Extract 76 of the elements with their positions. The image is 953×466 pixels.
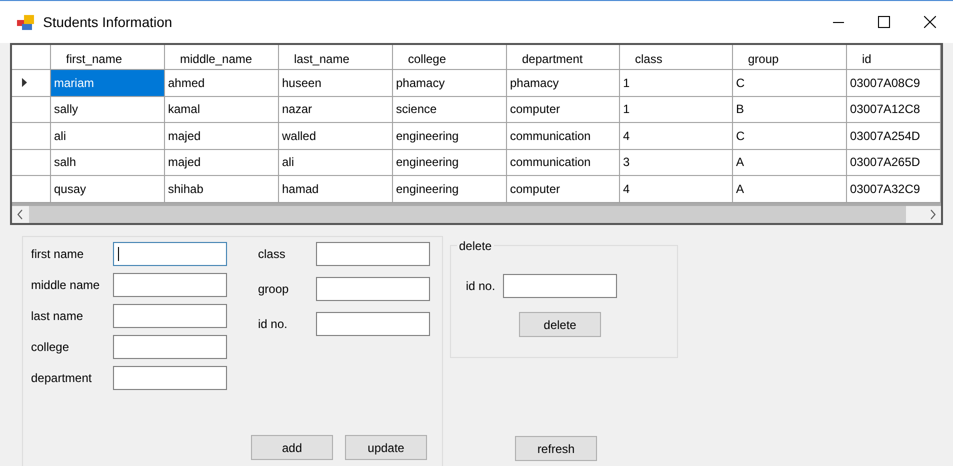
table-cell: computer <box>507 96 620 122</box>
table-cell: communication <box>507 150 620 175</box>
text-field[interactable] <box>113 366 227 390</box>
table-cell: engineering <box>393 150 507 175</box>
column-header[interactable]: department <box>507 45 620 69</box>
table-cell: majed <box>165 150 279 175</box>
text-field[interactable] <box>113 273 227 297</box>
close-icon <box>924 16 936 28</box>
action-button[interactable]: update <box>345 435 427 460</box>
field-label: first name <box>31 246 85 263</box>
table-cell: majed <box>165 123 279 148</box>
text-field[interactable] <box>316 277 430 301</box>
column-header[interactable]: first_name <box>51 45 165 69</box>
table-cell: A <box>733 150 847 175</box>
table-cell: 1 <box>620 70 733 96</box>
table-cell: ali <box>51 123 165 148</box>
field-label: class <box>258 246 286 263</box>
column-header[interactable]: class <box>620 45 733 69</box>
table-cell: walled <box>279 123 393 148</box>
table-cell: salh <box>51 150 165 175</box>
table-cell: kamal <box>165 96 279 122</box>
field-label: id no. <box>466 278 496 295</box>
action-button[interactable]: delete <box>519 312 601 337</box>
table-cell: ahmed <box>165 70 279 96</box>
table-cell: mariam <box>51 70 165 96</box>
table-cell: shihab <box>165 176 279 202</box>
table-cell: phamacy <box>507 70 620 96</box>
field-label: middle name <box>31 277 101 294</box>
table-cell: 3 <box>620 150 733 175</box>
table-cell: 03007A254D <box>847 123 941 148</box>
field-label: college <box>31 339 70 356</box>
field-label: id no. <box>258 316 288 333</box>
table-cell: huseen <box>279 70 393 96</box>
action-button[interactable]: refresh <box>515 436 597 461</box>
table-cell: engineering <box>393 123 507 148</box>
text-field[interactable] <box>113 304 227 328</box>
column-header[interactable]: group <box>733 45 847 69</box>
table-cell: B <box>733 96 847 122</box>
table-cell: computer <box>507 176 620 202</box>
column-header[interactable]: id <box>847 45 941 69</box>
window-title: Students Information <box>43 12 172 32</box>
action-button[interactable]: add <box>251 435 333 460</box>
current-row-icon <box>22 78 27 88</box>
column-header[interactable]: middle_name <box>165 45 279 69</box>
table-cell: engineering <box>393 176 507 202</box>
app-icon <box>17 14 34 30</box>
field-label: groop <box>258 281 290 298</box>
table-cell: 03007A265D <box>847 150 941 175</box>
table-cell: 4 <box>620 176 733 202</box>
table-cell: 03007A08C9 <box>847 70 941 96</box>
table-cell: science <box>393 96 507 122</box>
maximize-icon <box>878 16 890 28</box>
text-field[interactable] <box>113 335 227 359</box>
table-cell: 03007A12C8 <box>847 96 941 122</box>
field-label: last name <box>31 308 84 325</box>
text-field[interactable] <box>316 312 430 336</box>
table-cell: 4 <box>620 123 733 148</box>
text-field[interactable] <box>316 242 430 266</box>
table-cell: 1 <box>620 96 733 122</box>
table-cell: qusay <box>51 176 165 202</box>
table-cell: nazar <box>279 96 393 122</box>
table-cell: C <box>733 70 847 96</box>
table-cell: hamad <box>279 176 393 202</box>
table-cell: C <box>733 123 847 148</box>
table-cell: phamacy <box>393 70 507 96</box>
table-cell: ali <box>279 150 393 175</box>
text-cursor <box>118 247 119 261</box>
column-header[interactable]: college <box>393 45 507 69</box>
table-cell: A <box>733 176 847 202</box>
text-field[interactable] <box>113 242 227 266</box>
text-field[interactable] <box>503 274 618 298</box>
field-label: department <box>31 370 93 387</box>
table-cell: sally <box>51 96 165 122</box>
column-header[interactable]: last_name <box>279 45 393 69</box>
table-cell: communication <box>507 123 620 148</box>
table-cell: 03007A32C9 <box>847 176 941 202</box>
